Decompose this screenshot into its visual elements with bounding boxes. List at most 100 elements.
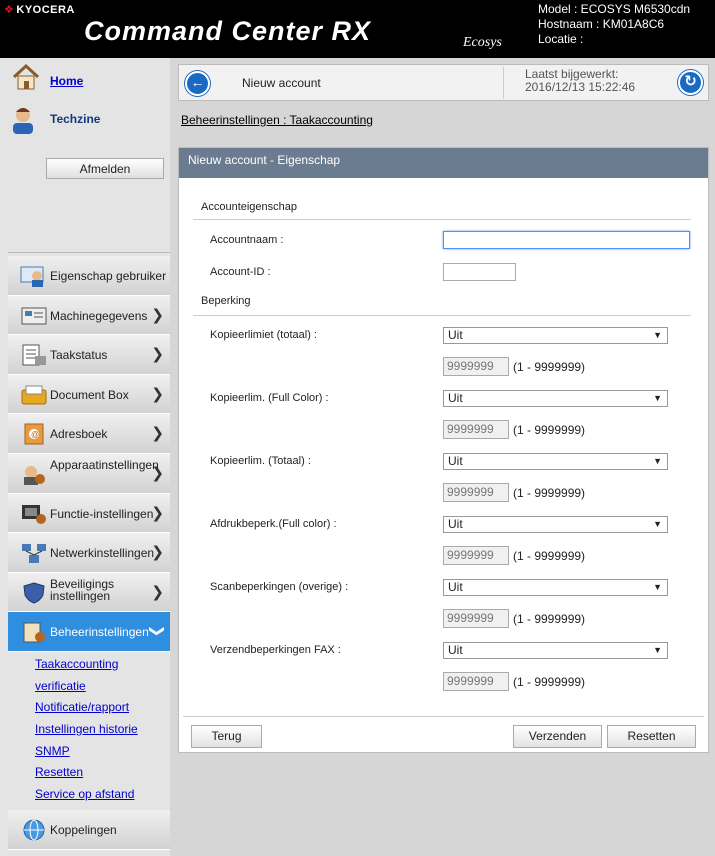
chevron-down-icon: ❯: [148, 625, 166, 638]
submenu-notificatie-rapport[interactable]: Notificatie/rapport: [35, 697, 170, 719]
limit-input: 9999999: [443, 420, 509, 439]
dropdown-arrow-icon: ▼: [653, 582, 662, 592]
menu-netwerkinstellingen[interactable]: Netwerkinstellingen ❯: [8, 533, 170, 573]
account-panel: Nieuw account - Eigenschap Accounteigens…: [178, 147, 709, 753]
header-bar: ❖ KYOCERA Command Center RX Ecosys Model …: [0, 0, 715, 58]
submenu-service-op-afstand[interactable]: Service op afstand: [35, 784, 170, 806]
limit-range: (1 - 9999999): [513, 549, 586, 563]
chevron-right-icon: ❯: [151, 346, 164, 364]
address-book-icon: @: [24, 423, 44, 445]
dropdown-arrow-icon: ▼: [653, 645, 662, 655]
ecosys-logo: Ecosys: [463, 35, 502, 50]
menu-functie-instellingen[interactable]: Functie-instellingen ❯: [8, 493, 170, 534]
location-text: Locatie :: [538, 32, 584, 46]
submenu-verificatie[interactable]: verificatie: [35, 676, 170, 698]
restriction-label: Scanbeperkingen (overige) :: [210, 581, 349, 593]
menu-taakstatus[interactable]: Taakstatus ❯: [8, 335, 170, 375]
chevron-right-icon: ❯: [151, 544, 164, 562]
breadcrumb[interactable]: Beheerinstellingen : Taakaccounting: [181, 113, 373, 127]
management-settings-icon: [23, 622, 45, 643]
limit-input: 9999999: [443, 672, 509, 691]
restriction-select[interactable]: Uit ▼: [443, 579, 668, 596]
security-shield-icon: [23, 582, 45, 604]
restriction-select[interactable]: Uit ▼: [443, 516, 668, 533]
restriction-label: Verzendbeperkingen FAX :: [210, 644, 341, 656]
globe-link-icon: [23, 819, 45, 841]
document-box-icon: [21, 385, 47, 405]
divider: [183, 716, 704, 717]
submenu-beheerinstellingen: Taakaccounting verificatie Notificatie/r…: [8, 654, 170, 806]
home-link[interactable]: Home: [50, 74, 83, 88]
limit-range: (1 - 9999999): [513, 360, 586, 374]
sidebar: Home Techzine Afmelden Eigenschap gebrui…: [0, 58, 170, 856]
limit-range: (1 - 9999999): [513, 486, 586, 500]
chevron-right-icon: ❯: [151, 306, 164, 324]
section-beperking: Beperking: [201, 295, 251, 307]
submenu-resetten[interactable]: Resetten: [35, 762, 170, 784]
restriction-select[interactable]: Uit ▼: [443, 327, 668, 344]
home-icon: [12, 63, 40, 90]
account-id-label: Account-ID :: [210, 266, 271, 278]
reset-button[interactable]: Resetten: [607, 725, 696, 748]
restriction-label: Afdrukbeperk.(Full color) :: [210, 518, 337, 530]
restriction-label: Kopieerlim. (Full Color) :: [210, 392, 329, 404]
user-avatar-icon: [13, 108, 33, 134]
device-settings-icon: [24, 465, 45, 485]
model-text: Model : ECOSYS M6530cdn: [538, 2, 691, 16]
logout-button[interactable]: Afmelden: [46, 158, 164, 179]
restriction-select[interactable]: Uit ▼: [443, 453, 668, 470]
menu-beveiligingsinstellingen[interactable]: Beveiligings instellingen ❯: [8, 572, 170, 613]
restriction-label: Kopieerlim. (Totaal) :: [210, 455, 311, 467]
account-id-input[interactable]: [443, 263, 516, 281]
dropdown-arrow-icon: ▼: [653, 456, 662, 466]
refresh-icon[interactable]: ↻: [678, 70, 703, 95]
kyocera-logo: ❖ KYOCERA: [4, 4, 75, 16]
username: Techzine: [50, 112, 101, 126]
restriction-select[interactable]: Uit ▼: [443, 390, 668, 407]
submit-button[interactable]: Verzenden: [513, 725, 602, 748]
account-name-label: Accountnaam :: [210, 234, 284, 246]
menu-adresboek[interactable]: @ Adresboek ❯: [8, 414, 170, 454]
chevron-right-icon: ❯: [151, 385, 164, 403]
limit-input: 9999999: [443, 483, 509, 502]
divider: [503, 67, 504, 99]
product-title: Command Center RX: [84, 16, 372, 46]
limit-range: (1 - 9999999): [513, 675, 586, 689]
menu-beheerinstellingen[interactable]: Beheerinstellingen ❯: [8, 612, 170, 652]
chevron-right-icon: ❯: [151, 425, 164, 443]
top-bar: ← Nieuw account Laatst bijgewerkt: 2016/…: [178, 64, 709, 101]
links-menu: Koppelingen: [8, 810, 170, 850]
svg-text:@: @: [31, 430, 39, 439]
submenu-taakaccounting[interactable]: Taakaccounting: [35, 654, 170, 676]
divider: [193, 219, 691, 220]
account-name-input[interactable]: [443, 231, 690, 249]
page-title: Nieuw account: [242, 76, 321, 90]
menu-document-box[interactable]: Document Box ❯: [8, 374, 170, 415]
function-settings-icon: [22, 504, 46, 524]
restriction-select[interactable]: Uit ▼: [443, 642, 668, 659]
hostname-text: Hostnaam : KM01A8C6: [538, 17, 665, 31]
machine-info-icon: [21, 307, 47, 325]
network-settings-icon: [22, 544, 46, 564]
menu-eigenschap-gebruiker[interactable]: Eigenschap gebruiker: [8, 256, 170, 296]
limit-range: (1 - 9999999): [513, 612, 586, 626]
panel-title: Nieuw account - Eigenschap: [179, 148, 708, 178]
chevron-right-icon: ❯: [151, 464, 164, 482]
last-updated: Laatst bijgewerkt: 2016/12/13 15:22:46: [525, 67, 636, 94]
main-menu: Eigenschap gebruiker Machinegegevens ❯ T…: [8, 256, 170, 652]
menu-koppelingen[interactable]: Koppelingen: [8, 810, 170, 850]
user-property-icon: [20, 266, 44, 287]
job-status-icon: [22, 344, 46, 366]
back-button[interactable]: Terug: [191, 725, 262, 748]
back-arrow-icon[interactable]: ←: [185, 71, 210, 96]
submenu-instellingen-historie[interactable]: Instellingen historie: [35, 719, 170, 741]
dropdown-arrow-icon: ▼: [653, 519, 662, 529]
divider: [8, 252, 170, 253]
limit-range: (1 - 9999999): [513, 423, 586, 437]
limit-input: 9999999: [443, 546, 509, 565]
menu-apparaatinstellingen[interactable]: Apparaatinstellingen ❯: [8, 453, 170, 494]
menu-machinegegevens[interactable]: Machinegegevens ❯: [8, 295, 170, 336]
submenu-snmp[interactable]: SNMP: [35, 741, 170, 763]
divider: [193, 315, 691, 316]
section-accounteigenschap: Accounteigenschap: [201, 201, 298, 213]
